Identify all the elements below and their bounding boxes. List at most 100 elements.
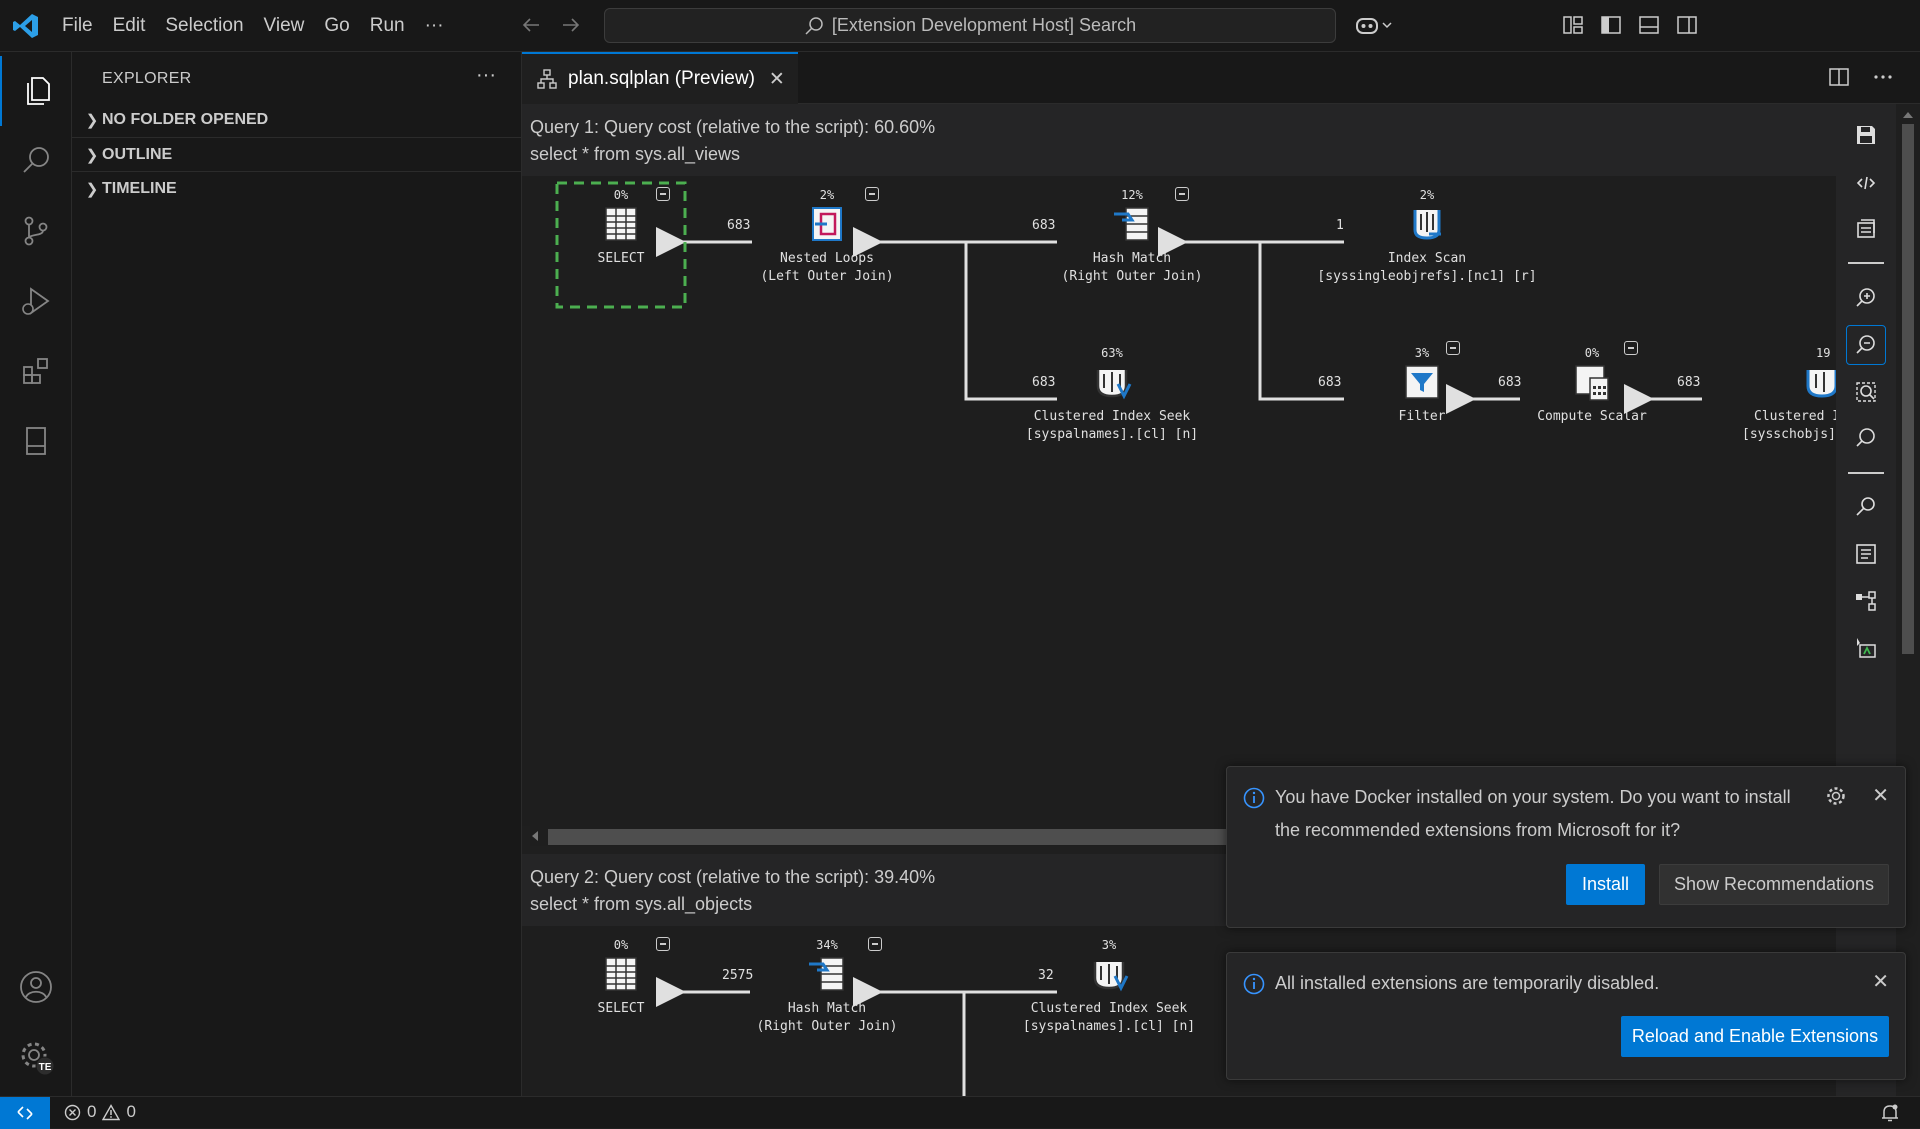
vertical-scrollbar[interactable] (1896, 104, 1920, 1096)
plan-toolbar (1836, 104, 1896, 1096)
back-arrow-icon[interactable] (520, 14, 542, 36)
section-timeline[interactable]: ❯ TIMELINE (72, 171, 522, 205)
plan-node-select[interactable]: 0% SELECT (562, 936, 680, 1018)
activity-source-control[interactable] (0, 196, 72, 266)
find-node-button[interactable] (1846, 487, 1886, 527)
node-cost: 12% (1121, 188, 1143, 202)
save-plan-button[interactable] (1846, 115, 1886, 155)
activity-run-debug[interactable] (0, 266, 72, 336)
zoom-out-button[interactable] (1846, 325, 1886, 365)
activity-manage[interactable]: TE (0, 1022, 72, 1092)
node-cost: 3% (1101, 938, 1117, 952)
section-label: TIMELINE (102, 179, 177, 197)
section-no-folder-opened[interactable]: ❯ NO FOLDER OPENED (72, 103, 522, 137)
activity-bar: TE (0, 52, 72, 1096)
scrollbar-thumb[interactable] (548, 829, 1238, 845)
more-actions-icon[interactable] (1872, 66, 1894, 88)
highlight-expensive-button[interactable] (1846, 628, 1886, 668)
code-icon (1856, 176, 1876, 190)
activity-accounts[interactable] (0, 952, 72, 1022)
compare-plan-button[interactable] (1846, 581, 1886, 621)
menu-edit[interactable]: Edit (103, 15, 156, 37)
problems-indicator[interactable]: 0 0 (64, 1102, 136, 1122)
query1-plan-canvas[interactable]: 683 683 1 683 683 683 683 0% SELECT 2% N… (522, 176, 1836, 826)
zoom-to-fit-button[interactable] (1846, 372, 1886, 412)
install-button[interactable]: Install (1566, 864, 1645, 905)
node-detail: [sysschobjs] (1742, 427, 1836, 442)
node-name: SELECT (597, 1001, 645, 1016)
command-center-search[interactable]: [Extension Development Host] Search (604, 8, 1336, 43)
title-bar: File Edit Selection View Go Run ··· [Ext… (0, 0, 1920, 52)
toggle-primary-sidebar-icon[interactable] (1600, 14, 1622, 36)
menu-file[interactable]: File (52, 15, 103, 37)
plan-node-hash-match[interactable]: 12% Hash Match (Right Outer Join) (1042, 186, 1222, 286)
row-count: 683 (1498, 375, 1522, 390)
activity-search[interactable] (0, 126, 72, 196)
close-icon[interactable]: ✕ (1872, 783, 1889, 808)
extensions-disabled-notification: All installed extensions are temporarily… (1226, 952, 1906, 1080)
plan-node-nested-loops[interactable]: 2% Nested Loops (Left Outer Join) (737, 186, 917, 286)
error-count: 0 (87, 1102, 97, 1121)
menu-selection[interactable]: Selection (155, 15, 253, 37)
node-cost: 0% (613, 188, 629, 202)
plan-node-clustered-index-partial[interactable]: 19 Clustered I [sysschobjs] (1742, 344, 1836, 444)
account-badge: TE (39, 1062, 52, 1073)
activity-remote-explorer[interactable] (0, 406, 72, 476)
node-cost: 2% (1419, 188, 1435, 202)
reload-enable-extensions-button[interactable]: Reload and Enable Extensions (1621, 1016, 1889, 1057)
chevron-right-icon: ❯ (85, 180, 99, 198)
close-icon[interactable]: ✕ (1872, 969, 1889, 994)
plan-node-select[interactable]: 0% SELECT (562, 186, 680, 268)
split-editor-icon[interactable] (1828, 66, 1850, 88)
gear-icon[interactable] (1825, 785, 1847, 807)
save-icon (1857, 126, 1875, 144)
section-outline[interactable]: ❯ OUTLINE (72, 137, 522, 171)
custom-zoom-button[interactable] (1846, 418, 1886, 458)
plan-node-index-scan[interactable]: 2% Index Scan [syssingleobjrefs].[nc1] [… (1282, 186, 1572, 286)
section-label: NO FOLDER OPENED (102, 111, 269, 128)
zoom-in-button[interactable] (1846, 278, 1886, 318)
query-plan-viewer: Query 1: Query cost (relative to the scr… (522, 104, 1920, 1096)
activity-explorer[interactable] (0, 56, 72, 126)
open-query-button[interactable] (1846, 209, 1886, 249)
properties-button[interactable] (1846, 534, 1886, 574)
activity-extensions[interactable] (0, 336, 72, 406)
tab-close-icon[interactable]: ✕ (769, 68, 785, 91)
toggle-panel-icon[interactable] (1638, 14, 1660, 36)
search-icon (23, 147, 49, 173)
plan-node-clustered-index-seek[interactable]: 3% Clustered Index Seek [syspalnames].[c… (979, 936, 1239, 1036)
node-name: Hash Match (1092, 251, 1172, 266)
zoom-fit-icon (1856, 382, 1876, 402)
menu-bar: File Edit Selection View Go Run ··· (52, 0, 454, 52)
menu-go[interactable]: Go (314, 15, 359, 37)
show-xml-button[interactable] (1846, 163, 1886, 203)
custom-zoom-icon (1856, 428, 1875, 447)
forward-arrow-icon[interactable] (560, 14, 582, 36)
book-icon (26, 427, 46, 455)
row-count: 683 (1318, 375, 1342, 390)
notifications-bell-icon[interactable] (1880, 1103, 1900, 1123)
menu-run[interactable]: Run (360, 15, 415, 37)
menu-more[interactable]: ··· (415, 15, 454, 37)
scroll-left-icon[interactable] (530, 830, 540, 842)
menu-view[interactable]: View (254, 15, 315, 37)
vscode-logo-icon (13, 14, 38, 38)
plan-node-compute-scalar[interactable]: 0% Compute Scalar (1522, 344, 1662, 426)
copilot-menu[interactable] (1354, 13, 1394, 37)
hash-match-icon (809, 957, 844, 991)
tab-plan-sqlplan[interactable]: plan.sqlplan (Preview) ✕ (522, 52, 798, 104)
plan-node-filter[interactable]: 3% Filter (1362, 344, 1482, 426)
sidebar-more-actions[interactable]: ··· (476, 64, 496, 87)
remote-indicator[interactable] (0, 1097, 50, 1129)
plan-node-clustered-index-seek[interactable]: 63% Clustered Index Seek [syspalnames].[… (982, 344, 1242, 444)
scrollbar-thumb[interactable] (1902, 124, 1914, 654)
node-name: Compute Scalar (1537, 409, 1647, 424)
node-cost: 34% (816, 938, 838, 952)
show-recommendations-button[interactable]: Show Recommendations (1659, 864, 1889, 905)
toggle-secondary-sidebar-icon[interactable] (1676, 14, 1698, 36)
customize-layout-icon[interactable] (1562, 14, 1584, 36)
node-detail: (Left Outer Join) (760, 269, 894, 284)
query1-cost: Query 1: Query cost (relative to the scr… (530, 117, 936, 137)
scroll-up-icon[interactable] (1902, 110, 1914, 120)
plan-node-hash-match[interactable]: 34% Hash Match (Right Outer Join) (727, 936, 927, 1036)
